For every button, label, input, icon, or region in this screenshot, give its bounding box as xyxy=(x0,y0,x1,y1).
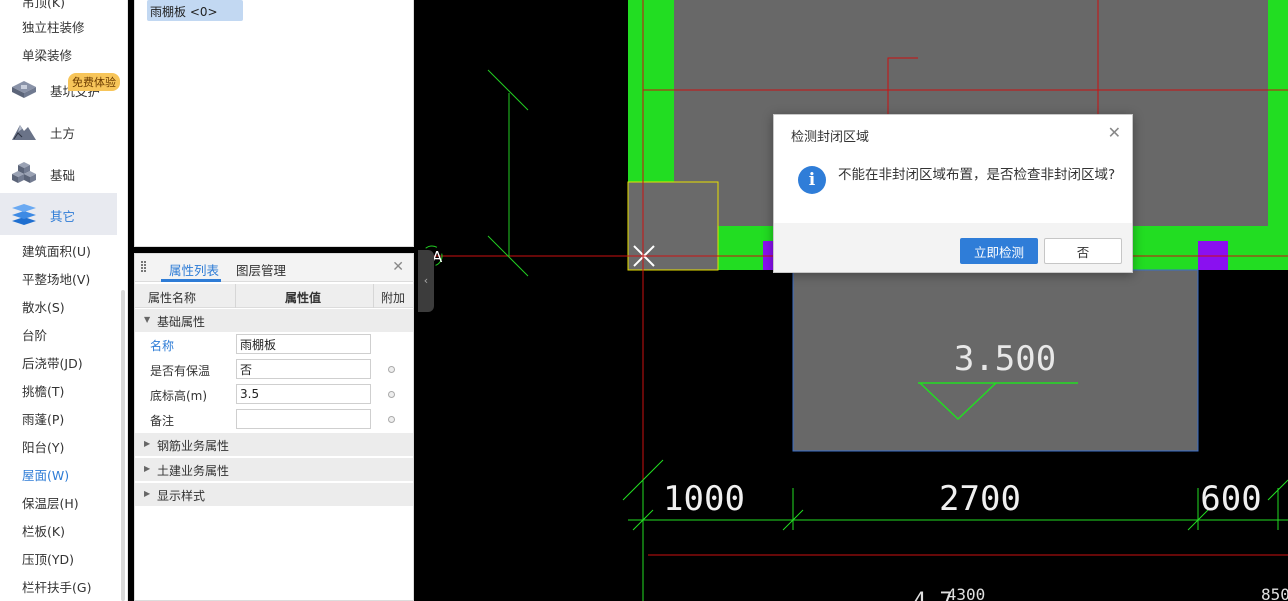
close-icon[interactable]: ✕ xyxy=(392,259,404,275)
earthwork-icon xyxy=(12,125,36,140)
detect-closed-region-dialog: 检测封闭区域 ✕ i 不能在非封闭区域布置，是否检查非封闭区域? 立即检测 否 xyxy=(773,114,1133,273)
info-icon: i xyxy=(798,166,826,194)
sidebar-item-building-area[interactable]: 建筑面积(U) xyxy=(22,241,91,260)
sidebar-category-label: 基础 xyxy=(50,168,76,183)
sidebar-category-earthwork[interactable]: 土方 xyxy=(0,110,117,152)
sidebar-item-post-pour-strip[interactable]: 后浇带(JD) xyxy=(22,353,83,372)
attach-checkbox[interactable] xyxy=(388,416,395,423)
caret-right-icon: ▶ xyxy=(144,489,151,498)
dimension-1000: 1000 xyxy=(663,479,745,519)
elevation-label: 3.500 xyxy=(954,339,1056,379)
wall-green-right[interactable] xyxy=(1268,0,1288,228)
chevron-left-icon: ‹ xyxy=(423,274,429,287)
group-label: 土建业务属性 xyxy=(157,464,230,478)
property-row-bottom-elevation: 底标高(m) xyxy=(135,382,413,407)
property-value-input[interactable] xyxy=(236,384,371,404)
layers-icon xyxy=(12,204,36,225)
no-button[interactable]: 否 xyxy=(1044,238,1122,264)
column-header-name: 属性名称 xyxy=(148,291,197,305)
property-row-remark: 备注 xyxy=(135,407,413,432)
property-row-insulation: 是否有保温 xyxy=(135,357,413,382)
property-value-input[interactable] xyxy=(236,359,371,379)
close-icon[interactable]: ✕ xyxy=(1108,123,1121,142)
group-display-style[interactable]: ▶ 显示样式 xyxy=(135,483,413,506)
property-label: 备注 xyxy=(150,414,175,428)
sidebar-item-beam-finish[interactable]: 单梁装修 xyxy=(22,45,72,64)
cad-drawing-canvas[interactable]: A 3.500 1000 2700 600 4,7 4300 850 xyxy=(418,0,1288,601)
sidebar-item-balcony[interactable]: 阳台(Y) xyxy=(22,437,64,456)
caret-right-icon: ▶ xyxy=(144,464,151,473)
sidebar-item-column-finish[interactable]: 独立柱装修 xyxy=(22,17,85,36)
column-header-extra: 附加 xyxy=(381,291,406,305)
sidebar-item-parapet[interactable]: 栏板(K) xyxy=(22,521,65,540)
properties-tab-bar: 属性列表 图层管理 ✕ xyxy=(135,254,413,282)
tab-layer-management[interactable]: 图层管理 xyxy=(236,260,286,279)
caret-down-icon: ▼ xyxy=(144,315,151,324)
pit-support-icon xyxy=(12,81,36,98)
left-sidebar: 吊顶(K) 独立柱装修 单梁装修 基坑支护 免费体验 土方 基础 其它 建筑面积… xyxy=(0,0,128,601)
dimension-850: 850 xyxy=(1261,585,1288,601)
property-label: 名称 xyxy=(150,339,175,353)
group-rebar-properties[interactable]: ▶ 钢筋业务属性 xyxy=(135,433,413,456)
dialog-message: 不能在非封闭区域布置，是否检查非封闭区域? xyxy=(838,167,1116,183)
sidebar-item-ceiling[interactable]: 吊顶(K) xyxy=(22,0,65,11)
group-civil-properties[interactable]: ▶ 土建业务属性 xyxy=(135,458,413,481)
sidebar-item-apron[interactable]: 散水(S) xyxy=(22,297,65,316)
dimension-4300: 4300 xyxy=(947,585,986,601)
sidebar-item-site-leveling[interactable]: 平整场地(V) xyxy=(22,269,90,288)
selected-region[interactable] xyxy=(627,181,719,271)
dimension-2700: 2700 xyxy=(939,479,1021,519)
attach-checkbox[interactable] xyxy=(388,366,395,373)
group-basic-properties[interactable]: ▼ 基础属性 xyxy=(135,309,413,332)
sidebar-item-roof[interactable]: 屋面(W) xyxy=(22,465,69,484)
column-header-value: 属性值 xyxy=(285,291,322,305)
dimension-600: 600 xyxy=(1200,479,1261,519)
properties-panel: 属性列表 图层管理 ✕ 属性名称 属性值 附加 ▼ 基础属性 名称 是否有保温 … xyxy=(134,253,414,601)
property-value-input[interactable] xyxy=(236,409,371,429)
dialog-footer: 立即检测 否 xyxy=(774,223,1132,272)
component-item-canopy-slab[interactable]: 雨棚板 <0> xyxy=(147,0,243,21)
sidebar-item-steps[interactable]: 台阶 xyxy=(22,325,47,344)
sidebar-category-foundation[interactable]: 基础 xyxy=(0,152,117,194)
group-label: 基础属性 xyxy=(157,315,206,329)
component-list-panel: 雨棚板 <0> xyxy=(134,0,414,247)
active-tab-indicator xyxy=(161,279,221,282)
dialog-title: 检测封闭区域 xyxy=(791,130,870,145)
foundation-icon xyxy=(12,162,36,183)
sidebar-category-label: 其它 xyxy=(50,209,76,224)
property-value-input[interactable] xyxy=(236,334,371,354)
sidebar-category-other[interactable]: 其它 xyxy=(0,193,117,235)
sidebar-item-canopy[interactable]: 雨蓬(P) xyxy=(22,409,64,428)
group-label: 显示样式 xyxy=(157,489,206,503)
sidebar-item-coping[interactable]: 压顶(YD) xyxy=(22,549,74,568)
drag-handle-icon[interactable] xyxy=(141,260,147,274)
detect-now-button[interactable]: 立即检测 xyxy=(960,238,1038,264)
sidebar-item-eave[interactable]: 挑檐(T) xyxy=(22,381,64,400)
property-row-name: 名称 xyxy=(135,332,413,357)
attach-checkbox[interactable] xyxy=(388,391,395,398)
collapse-panel-handle[interactable]: ‹ xyxy=(418,250,434,312)
caret-right-icon: ▶ xyxy=(144,439,151,448)
sidebar-item-railing[interactable]: 栏杆扶手(G) xyxy=(22,577,91,596)
group-label: 钢筋业务属性 xyxy=(157,439,230,453)
properties-table-header: 属性名称 属性值 附加 xyxy=(135,284,413,308)
free-trial-badge: 免费体验 xyxy=(68,73,120,91)
tab-properties[interactable]: 属性列表 xyxy=(169,260,219,279)
property-label: 底标高(m) xyxy=(150,389,208,403)
property-label: 是否有保温 xyxy=(150,364,211,378)
sidebar-item-insulation[interactable]: 保温层(H) xyxy=(22,493,79,512)
sidebar-scrollbar[interactable] xyxy=(121,290,125,601)
sidebar-category-label: 土方 xyxy=(50,126,76,141)
